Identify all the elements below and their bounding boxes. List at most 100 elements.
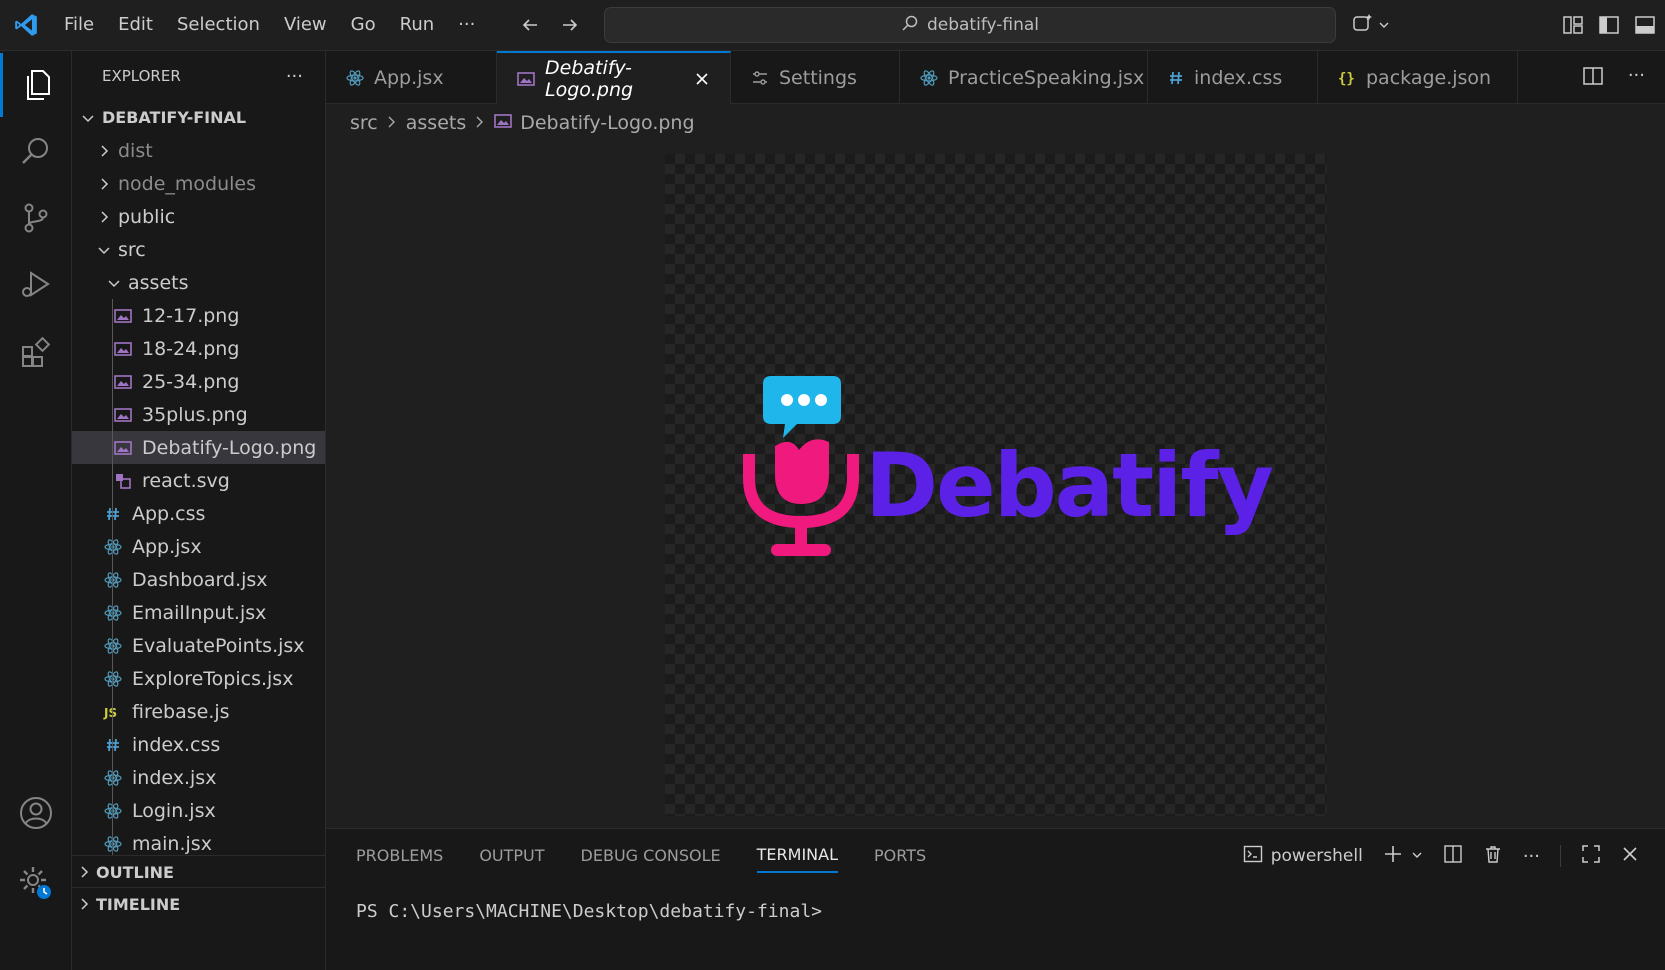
- source-control-icon[interactable]: [0, 186, 72, 250]
- menu-item-run[interactable]: Run: [388, 8, 447, 42]
- tab-debatify-logo-png[interactable]: Debatify-Logo.png: [497, 51, 731, 104]
- panel-tab-output[interactable]: OUTPUT: [479, 829, 544, 881]
- tree-item-label: App.jsx: [132, 535, 202, 558]
- breadcrumb-assets[interactable]: assets: [406, 112, 466, 134]
- tab-label: index.css: [1194, 66, 1283, 89]
- search-icon: [901, 14, 919, 37]
- folder-item[interactable]: node_modules: [72, 167, 325, 200]
- close-panel-icon[interactable]: [1621, 845, 1639, 868]
- folder-item[interactable]: src: [72, 233, 325, 266]
- chevron-right-icon: [386, 112, 398, 134]
- css-hash-icon: [102, 506, 124, 522]
- tab-settings[interactable]: Settings: [731, 51, 900, 104]
- file-item[interactable]: 18-24.png: [72, 332, 325, 365]
- tab-practicespeaking-jsx[interactable]: PracticeSpeaking.jsx: [900, 51, 1148, 104]
- tree-item-label: assets: [128, 271, 189, 294]
- search-icon[interactable]: [0, 119, 72, 183]
- toggle-sidebar-icon[interactable]: [1598, 14, 1620, 40]
- svg-text:JS: JS: [103, 706, 117, 720]
- terminal-shell-selector[interactable]: powershell: [1243, 844, 1363, 869]
- react-icon: [102, 538, 124, 556]
- file-item[interactable]: Login.jsx: [72, 794, 325, 827]
- react-icon: [102, 637, 124, 655]
- tree-item-label: 12-17.png: [142, 304, 240, 327]
- panel-tab-terminal[interactable]: TERMINAL: [756, 837, 839, 873]
- split-editor-icon[interactable]: [1582, 65, 1604, 91]
- file-item[interactable]: EvaluatePoints.jsx: [72, 629, 325, 662]
- tab-package-json[interactable]: {} package.json: [1318, 51, 1518, 104]
- file-item[interactable]: 25-34.png: [72, 365, 325, 398]
- new-terminal-plus-icon[interactable]: [1383, 844, 1403, 869]
- menu-item-selection[interactable]: Selection: [165, 8, 272, 42]
- command-center-search[interactable]: debatify-final: [604, 7, 1336, 43]
- tree-item-label: ExploreTopics.jsx: [132, 667, 294, 690]
- chevron-down-icon[interactable]: [1411, 846, 1423, 866]
- folder-item[interactable]: dist: [72, 134, 325, 167]
- close-icon[interactable]: [694, 71, 710, 87]
- vscode-logo-icon: [0, 0, 52, 51]
- folder-item[interactable]: public: [72, 200, 325, 233]
- file-item[interactable]: EmailInput.jsx: [72, 596, 325, 629]
- tree-item-label: index.jsx: [132, 766, 217, 789]
- run-debug-icon[interactable]: [0, 253, 72, 317]
- tree-item-label: EvaluatePoints.jsx: [132, 634, 305, 657]
- maximize-panel-icon[interactable]: [1581, 844, 1601, 869]
- tree-item-label: 35plus.png: [142, 403, 248, 426]
- outline-section[interactable]: OUTLINE: [72, 855, 325, 888]
- menu-item-file[interactable]: File: [52, 8, 106, 42]
- file-item[interactable]: Dashboard.jsx: [72, 563, 325, 596]
- panel-tab-ports[interactable]: PORTS: [874, 829, 926, 881]
- menu-item-edit[interactable]: Edit: [106, 8, 165, 42]
- folder-item[interactable]: assets: [72, 266, 325, 299]
- breadcrumb-file[interactable]: Debatify-Logo.png: [520, 112, 694, 134]
- panel-tab-debug-console[interactable]: DEBUG CONSOLE: [581, 829, 721, 881]
- workspace-root[interactable]: DEBATIFY-FINAL: [72, 101, 325, 134]
- tab-index-css[interactable]: index.css: [1148, 51, 1318, 104]
- file-item[interactable]: JS firebase.js: [72, 695, 325, 728]
- file-item[interactable]: App.jsx: [72, 530, 325, 563]
- panel-tab-problems[interactable]: PROBLEMS: [356, 829, 443, 881]
- explorer-more-button[interactable]: ···: [286, 66, 303, 87]
- tree-item-label: Login.jsx: [132, 799, 216, 822]
- menu-item-go[interactable]: Go: [339, 8, 388, 42]
- image-file-icon: [112, 374, 134, 390]
- extensions-icon[interactable]: [0, 321, 72, 385]
- forward-arrow-icon[interactable]: [557, 12, 583, 38]
- copilot-button[interactable]: [1352, 12, 1390, 38]
- file-item[interactable]: 35plus.png: [72, 398, 325, 431]
- tab-app-jsx[interactable]: App.jsx: [326, 51, 497, 104]
- timeline-section[interactable]: TIMELINE: [72, 887, 325, 920]
- file-item[interactable]: index.css: [72, 728, 325, 761]
- image-canvas: Debatify: [665, 154, 1327, 816]
- back-arrow-icon[interactable]: [517, 12, 543, 38]
- explorer-sidebar: EXPLORER ··· DEBATIFY-FINAL dist node_mod…: [72, 51, 326, 970]
- terminal-prompt[interactable]: PS C:\Users\MACHINE\Desktop\debatify-fin…: [356, 901, 822, 922]
- image-file-icon: [494, 112, 513, 134]
- menu-more-button[interactable]: ···: [446, 8, 487, 42]
- accounts-icon[interactable]: [0, 781, 72, 845]
- react-icon: [102, 571, 124, 589]
- react-icon: [102, 802, 124, 820]
- file-item[interactable]: index.jsx: [72, 761, 325, 794]
- editor-more-icon[interactable]: ···: [1628, 65, 1645, 91]
- more-actions-icon[interactable]: ···: [1523, 846, 1540, 867]
- file-item[interactable]: App.css: [72, 497, 325, 530]
- react-icon: [102, 835, 124, 853]
- split-terminal-icon[interactable]: [1443, 844, 1463, 869]
- explorer-icon[interactable]: [0, 53, 72, 117]
- file-item[interactable]: Debatify-Logo.png: [72, 431, 325, 464]
- file-item[interactable]: react.svg: [72, 464, 325, 497]
- customize-layout-icon[interactable]: [1562, 14, 1584, 40]
- menu-item-view[interactable]: View: [272, 8, 339, 42]
- file-item[interactable]: 12-17.png: [72, 299, 325, 332]
- tab-label: Debatify-Logo.png: [545, 56, 634, 101]
- file-item[interactable]: ExploreTopics.jsx: [72, 662, 325, 695]
- chevron-down-icon: [1378, 16, 1390, 35]
- trash-icon[interactable]: [1483, 844, 1503, 869]
- toggle-panel-icon[interactable]: [1634, 14, 1656, 40]
- breadcrumb-src[interactable]: src: [350, 112, 378, 134]
- react-icon: [920, 69, 938, 87]
- image-file-icon: [112, 407, 134, 423]
- panel-divider: [1560, 845, 1561, 867]
- manage-gear-icon[interactable]: [0, 851, 72, 915]
